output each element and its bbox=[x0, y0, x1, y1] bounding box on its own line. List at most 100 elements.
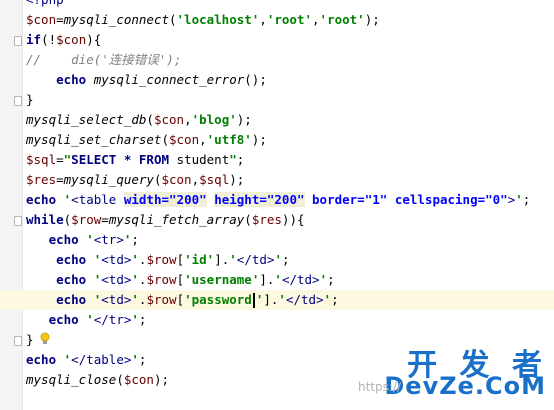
code-token: ' bbox=[131, 352, 139, 367]
code-token: ; bbox=[281, 252, 290, 267]
code-token: <table bbox=[71, 192, 124, 207]
lightbulb-icon[interactable] bbox=[40, 332, 50, 346]
code-text[interactable]: if(!$con){ bbox=[26, 30, 101, 50]
code-token: ' bbox=[131, 252, 139, 267]
code-token: </td> bbox=[281, 272, 320, 287]
code-text[interactable]: echo '<td>'.$row['password '].'</td>'; bbox=[26, 290, 339, 310]
code-token: , bbox=[259, 12, 267, 27]
text-cursor bbox=[252, 293, 255, 308]
code-line[interactable]: while($row=mysqli_fetch_array($res)){ bbox=[0, 210, 554, 230]
code-token: ); bbox=[364, 12, 380, 27]
code-token: = bbox=[56, 152, 64, 167]
code-token: 'blog' bbox=[191, 112, 237, 127]
watermark-logo-text: DevZe.CoM bbox=[384, 372, 546, 400]
code-text[interactable]: echo mysqli_connect_error(); bbox=[26, 70, 267, 90]
code-line[interactable]: echo mysqli_connect_error(); bbox=[0, 70, 554, 90]
code-token: ' bbox=[86, 232, 94, 247]
code-token: $con bbox=[56, 32, 87, 47]
code-token: ){ bbox=[86, 32, 102, 47]
code-text[interactable]: // die('连接错误'); bbox=[26, 50, 181, 70]
code-token: mysqli_close bbox=[26, 372, 117, 387]
code-token: (); bbox=[244, 72, 267, 87]
code-token: ; bbox=[138, 352, 147, 367]
code-token: 'root' bbox=[319, 12, 365, 27]
code-token: = bbox=[56, 172, 64, 187]
code-line[interactable]: mysqli_set_charset($con,'utf8'); bbox=[0, 130, 554, 150]
code-token: $sql bbox=[199, 172, 230, 187]
code-text[interactable]: <?php bbox=[26, 0, 64, 10]
code-token: ' bbox=[229, 252, 237, 267]
code-line[interactable]: if(!$con){ bbox=[0, 30, 554, 50]
fold-marker-icon[interactable] bbox=[14, 336, 22, 346]
code-text[interactable]: echo ' <table width="200" height="200" bo… bbox=[26, 190, 530, 210]
code-text[interactable]: mysqli_set_charset($con,'utf8'); bbox=[26, 130, 267, 150]
code-token: = bbox=[101, 212, 109, 227]
code-token: ' bbox=[131, 292, 139, 307]
code-token: ); bbox=[251, 132, 267, 147]
fold-marker-icon[interactable] bbox=[14, 36, 22, 46]
code-token: ( bbox=[146, 112, 154, 127]
code-line[interactable]: $sql="SELECT * FROM student"; bbox=[0, 150, 554, 170]
code-text[interactable]: $con=mysqli_connect('localhost','root','… bbox=[26, 10, 380, 30]
code-line[interactable]: // die('连接错误'); bbox=[0, 50, 554, 70]
code-token: , bbox=[312, 12, 320, 27]
code-token: echo bbox=[26, 352, 57, 367]
code-token: // die('连接错误'); bbox=[26, 52, 182, 67]
code-token: )){ bbox=[281, 212, 305, 227]
code-line[interactable]: echo '<tr>'; bbox=[0, 230, 554, 250]
code-text[interactable]: $res=mysqli_query($con,$sql); bbox=[26, 170, 244, 190]
code-text[interactable]: } bbox=[26, 330, 34, 350]
code-text[interactable]: echo '<tr>'; bbox=[26, 230, 139, 250]
code-token: echo bbox=[48, 312, 79, 327]
code-text[interactable]: mysqli_close($con); bbox=[26, 370, 169, 390]
code-token: $con bbox=[26, 12, 57, 27]
code-token: $row bbox=[71, 212, 102, 227]
code-token: [ bbox=[176, 272, 185, 287]
code-token: [ bbox=[176, 252, 185, 267]
fold-marker-icon[interactable] bbox=[14, 96, 22, 106]
code-line[interactable]: $res=mysqli_query($con,$sql); bbox=[0, 170, 554, 190]
code-line[interactable]: echo '</tr>'; bbox=[0, 310, 554, 330]
code-token: ' bbox=[131, 272, 139, 287]
code-text[interactable]: mysqli_select_db($con,'blog'); bbox=[26, 110, 252, 130]
code-token: = bbox=[56, 12, 64, 27]
code-token: width="200" bbox=[123, 192, 207, 207]
code-token: mysqli_set_charset bbox=[26, 132, 162, 147]
code-token: " bbox=[229, 152, 237, 167]
code-text[interactable]: } bbox=[26, 90, 34, 110]
code-token: <td> bbox=[101, 252, 132, 267]
code-token: </td> bbox=[285, 292, 324, 307]
code-line[interactable]: $con=mysqli_connect('localhost','root','… bbox=[0, 10, 554, 30]
code-text[interactable]: while($row=mysqli_fetch_array($res)){ bbox=[26, 210, 305, 230]
code-token: ; bbox=[236, 152, 245, 167]
code-token: 'id' bbox=[184, 252, 215, 267]
code-line[interactable]: echo '<td>'.$row['id'].'</td>'; bbox=[0, 250, 554, 270]
code-line[interactable]: } bbox=[0, 90, 554, 110]
code-text[interactable]: echo '</tr>'; bbox=[26, 310, 147, 330]
code-line[interactable]: echo '<td>'.$row['password '].'</td>'; bbox=[0, 290, 554, 310]
code-text[interactable]: echo '<td>'.$row['id'].'</td>'; bbox=[26, 250, 290, 270]
code-line[interactable]: mysqli_select_db($con,'blog'); bbox=[0, 110, 554, 130]
code-line[interactable]: echo '<td>'.$row['username'].'</td>'; bbox=[0, 270, 554, 290]
code-token: mysqli_query bbox=[63, 172, 154, 187]
code-line[interactable]: echo ' <table width="200" height="200" bo… bbox=[0, 190, 554, 210]
code-text[interactable]: $sql="SELECT * FROM student"; bbox=[26, 150, 244, 170]
code-token: ; bbox=[138, 312, 147, 327]
code-text[interactable]: echo '</table>'; bbox=[26, 350, 146, 370]
code-token: 'utf8' bbox=[206, 132, 252, 147]
code-token: 'localhost' bbox=[176, 12, 260, 27]
fold-marker-icon[interactable] bbox=[14, 216, 22, 226]
code-token: ( bbox=[161, 132, 169, 147]
code-token: ); bbox=[236, 112, 252, 127]
code-line[interactable]: <?php bbox=[0, 0, 554, 10]
code-text[interactable]: echo '<td>'.$row['username'].'</td>'; bbox=[26, 270, 335, 290]
